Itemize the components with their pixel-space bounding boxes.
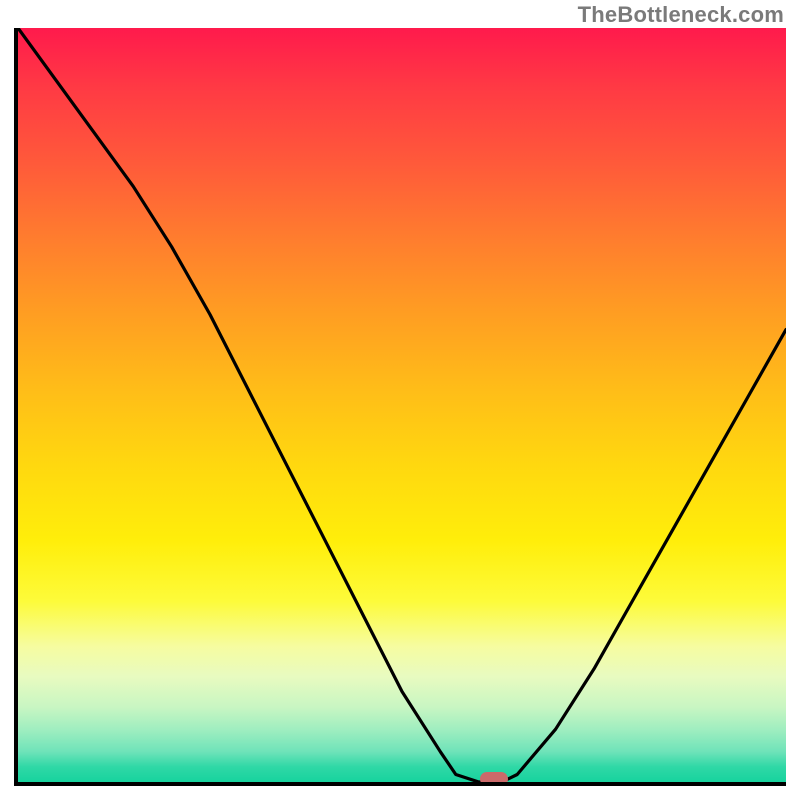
chart-frame: TheBottleneck.com <box>0 0 800 800</box>
attribution-label: TheBottleneck.com <box>578 2 784 28</box>
bottleneck-curve <box>18 28 786 782</box>
plot-area <box>14 28 786 786</box>
minimum-marker <box>480 772 508 786</box>
